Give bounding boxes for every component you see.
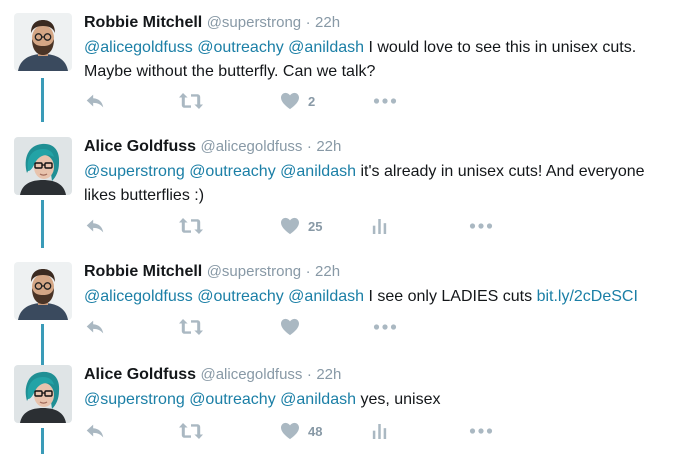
- analytics-button[interactable]: [372, 419, 387, 443]
- mention-link[interactable]: @outreachy: [189, 163, 276, 180]
- author-name[interactable]: Robbie Mitchell: [84, 263, 202, 280]
- retweet-icon: [178, 317, 204, 337]
- more-button[interactable]: [373, 315, 397, 339]
- tweet-text: @superstrong @outreachy @anildash it's a…: [84, 160, 674, 208]
- mention-link[interactable]: @alicegoldfuss: [84, 39, 193, 56]
- retweet-button[interactable]: [178, 419, 204, 443]
- reply-icon: [84, 215, 106, 237]
- mention-link[interactable]: @anildash: [280, 391, 356, 408]
- heart-icon: [280, 92, 300, 110]
- tweet-actions: 2: [84, 89, 674, 113]
- more-icon: [469, 223, 493, 229]
- retweet-button[interactable]: [178, 214, 204, 238]
- like-count: 48: [308, 423, 323, 439]
- thread-connector-line: [41, 324, 44, 366]
- tweet-body: I see only LADIES cuts: [368, 288, 533, 305]
- reply-icon: [84, 316, 106, 338]
- heart-icon: [280, 422, 300, 440]
- timestamp[interactable]: 22h: [316, 138, 341, 155]
- url-link[interactable]: bit.ly/2cDeSCI: [537, 288, 638, 305]
- more-button[interactable]: [469, 214, 493, 238]
- reply-icon: [84, 420, 106, 442]
- like-button[interactable]: 48: [280, 419, 322, 443]
- like-count: 25: [308, 218, 323, 234]
- retweet-icon: [178, 421, 204, 441]
- mention-link[interactable]: @anildash: [288, 39, 364, 56]
- reply-button[interactable]: [84, 89, 106, 113]
- thread-connector-line: [41, 428, 44, 454]
- tweet-actions: 48: [84, 419, 674, 443]
- timestamp[interactable]: 22h: [315, 14, 340, 31]
- avatar[interactable]: [14, 137, 72, 195]
- mention-link[interactable]: @outreachy: [197, 288, 284, 305]
- separator: ·: [305, 263, 311, 280]
- more-button[interactable]: [373, 89, 397, 113]
- thread-connector-line: [41, 78, 44, 122]
- tweet-text: @alicegoldfuss @outreachy @anildash I wo…: [84, 36, 674, 84]
- more-button[interactable]: [469, 419, 493, 443]
- tweet-header: Robbie Mitchell @superstrong · 22h: [84, 262, 340, 282]
- reply-icon: [84, 90, 106, 112]
- more-icon: [469, 428, 493, 434]
- tweet-body: yes, unisex: [360, 391, 441, 408]
- tweet-actions: 25: [84, 214, 674, 238]
- retweet-button[interactable]: [178, 315, 204, 339]
- analytics-icon: [372, 218, 387, 235]
- retweet-icon: [178, 91, 204, 111]
- mention-link[interactable]: @outreachy: [189, 391, 276, 408]
- tweet-text: @superstrong @outreachy @anildash yes, u…: [84, 388, 674, 412]
- retweet-button[interactable]: [178, 89, 204, 113]
- analytics-icon: [372, 423, 387, 440]
- reply-button[interactable]: [84, 419, 106, 443]
- heart-icon: [280, 318, 300, 336]
- author-name[interactable]: Robbie Mitchell: [84, 14, 202, 31]
- tweet-actions: [84, 315, 674, 339]
- author-name[interactable]: Alice Goldfuss: [84, 138, 196, 155]
- tweet-header: Alice Goldfuss @alicegoldfuss · 22h: [84, 365, 341, 385]
- author-name[interactable]: Alice Goldfuss: [84, 366, 196, 383]
- author-handle[interactable]: @superstrong: [207, 263, 301, 280]
- tweet-header: Alice Goldfuss @alicegoldfuss · 22h: [84, 137, 341, 157]
- like-count: 2: [308, 93, 316, 109]
- tweet-text: @alicegoldfuss @outreachy @anildash I se…: [84, 285, 674, 309]
- thread-connector-line: [41, 200, 44, 248]
- like-button[interactable]: [280, 315, 308, 339]
- retweet-icon: [178, 216, 204, 236]
- separator: ·: [306, 366, 312, 383]
- mention-link[interactable]: @superstrong: [84, 163, 185, 180]
- mention-link[interactable]: @alicegoldfuss: [84, 288, 193, 305]
- analytics-button[interactable]: [372, 214, 387, 238]
- separator: ·: [305, 14, 311, 31]
- avatar[interactable]: [14, 262, 72, 320]
- reply-button[interactable]: [84, 315, 106, 339]
- author-handle[interactable]: @alicegoldfuss: [200, 138, 302, 155]
- more-icon: [373, 324, 397, 330]
- avatar[interactable]: [14, 365, 72, 423]
- mention-link[interactable]: @anildash: [288, 288, 364, 305]
- timestamp[interactable]: 22h: [315, 263, 340, 280]
- reply-button[interactable]: [84, 214, 106, 238]
- mention-link[interactable]: @superstrong: [84, 391, 185, 408]
- avatar[interactable]: [14, 13, 72, 71]
- tweet-header: Robbie Mitchell @superstrong · 22h: [84, 13, 340, 33]
- heart-icon: [280, 217, 300, 235]
- separator: ·: [306, 138, 312, 155]
- timestamp[interactable]: 22h: [316, 366, 341, 383]
- more-icon: [373, 98, 397, 104]
- mention-link[interactable]: @outreachy: [197, 39, 284, 56]
- mention-link[interactable]: @anildash: [280, 163, 356, 180]
- author-handle[interactable]: @superstrong: [207, 14, 301, 31]
- like-button[interactable]: 2: [280, 89, 315, 113]
- author-handle[interactable]: @alicegoldfuss: [200, 366, 302, 383]
- like-button[interactable]: 25: [280, 214, 322, 238]
